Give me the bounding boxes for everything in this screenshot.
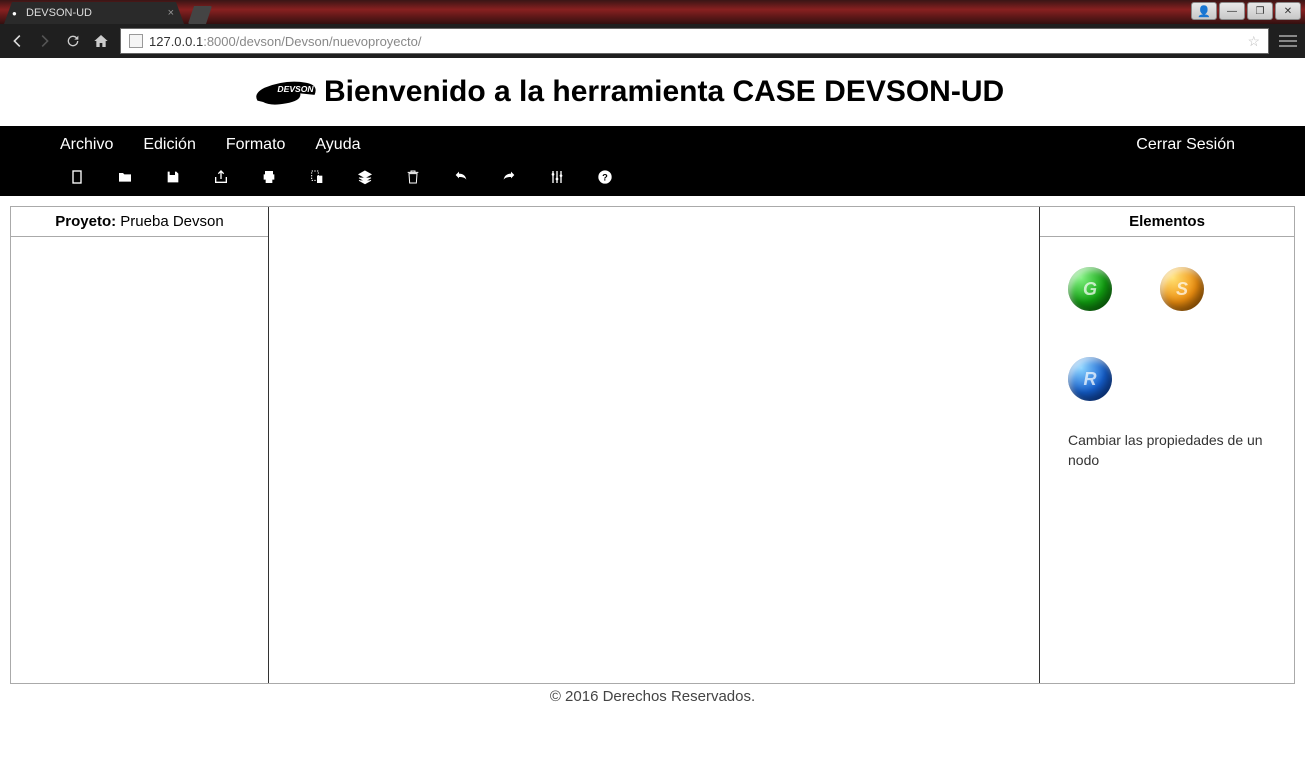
print-icon[interactable] (260, 168, 278, 186)
open-icon[interactable] (116, 168, 134, 186)
maximize-button[interactable]: ❐ (1247, 2, 1273, 20)
sphere-glyph: R (1084, 369, 1097, 390)
back-button[interactable] (8, 32, 26, 50)
elements-grid: G S R (1068, 267, 1266, 401)
reload-button[interactable] (64, 32, 82, 50)
tab-title: DEVSON-UD (26, 7, 92, 19)
logo-icon: DEVSON (250, 72, 322, 112)
undo-icon[interactable] (452, 168, 470, 186)
element-green-sphere[interactable]: G (1068, 267, 1112, 311)
elements-panel: Elementos G S R Cambiar las propiedades … (1040, 207, 1294, 683)
project-header: Proyeto: Prueba Devson (11, 207, 268, 237)
page-header: DEVSON Bienvenido a la herramienta CASE … (0, 58, 1305, 126)
user-icon[interactable]: 👤 (1191, 2, 1217, 20)
elements-caption: Cambiar las propiedades de un nodo (1068, 431, 1266, 470)
new-tab-button[interactable] (188, 6, 212, 24)
script-icon[interactable] (308, 168, 326, 186)
browser-menu-button[interactable] (1279, 35, 1297, 47)
export-icon[interactable] (212, 168, 230, 186)
bookmark-star-icon[interactable]: ☆ (1247, 33, 1260, 50)
address-bar: 127.0.0.1:8000/devson/Devson/nuevoproyec… (0, 24, 1305, 58)
menu-ayuda[interactable]: Ayuda (315, 136, 360, 154)
footer-text: © 2016 Derechos Reservados. (0, 684, 1305, 709)
workspace: Proyeto: Prueba Devson Elementos G S R C… (10, 206, 1295, 684)
svg-text:DEVSON: DEVSON (277, 84, 314, 94)
settings-icon[interactable] (548, 168, 566, 186)
url-host: 127.0.0.1 (149, 34, 203, 49)
project-panel: Proyeto: Prueba Devson (11, 207, 269, 683)
canvas-area[interactable] (269, 207, 1040, 683)
page-icon (129, 34, 143, 48)
url-field[interactable]: 127.0.0.1:8000/devson/Devson/nuevoproyec… (120, 28, 1269, 54)
forward-button[interactable] (36, 32, 54, 50)
delete-icon[interactable] (404, 168, 422, 186)
help-icon[interactable]: ? (596, 168, 614, 186)
home-button[interactable] (92, 32, 110, 50)
element-orange-sphere[interactable]: S (1160, 267, 1204, 311)
project-name: Prueba Devson (120, 213, 223, 230)
save-icon[interactable] (164, 168, 182, 186)
sphere-glyph: S (1176, 279, 1188, 300)
close-window-button[interactable]: ✕ (1275, 2, 1301, 20)
new-icon[interactable] (68, 168, 86, 186)
project-label: Proyeto: (55, 213, 116, 230)
url-port: :8000 (203, 34, 236, 49)
tab-close-icon[interactable]: × (168, 7, 174, 19)
minimize-button[interactable]: — (1219, 2, 1245, 20)
menu-items: Archivo Edición Formato Ayuda (60, 136, 361, 154)
logout-link[interactable]: Cerrar Sesión (1136, 136, 1235, 154)
canvas-panel[interactable] (269, 207, 1040, 683)
menu-archivo[interactable]: Archivo (60, 136, 113, 154)
sphere-glyph: G (1083, 279, 1097, 300)
browser-titlebar: DEVSON-UD × 👤 — ❐ ✕ (0, 0, 1305, 24)
svg-text:?: ? (602, 172, 608, 182)
menubar: Archivo Edición Formato Ayuda Cerrar Ses… (0, 126, 1305, 196)
menu-formato[interactable]: Formato (226, 136, 286, 154)
menu-edicion[interactable]: Edición (143, 136, 195, 154)
tab-strip: DEVSON-UD × (4, 0, 212, 24)
redo-icon[interactable] (500, 168, 518, 186)
layers-icon[interactable] (356, 168, 374, 186)
page-body: DEVSON Bienvenido a la herramienta CASE … (0, 58, 1305, 709)
url-path: /devson/Devson/nuevoproyecto/ (236, 34, 422, 49)
page-title: Bienvenido a la herramienta CASE DEVSON-… (324, 75, 1004, 109)
toolbar: ? (60, 168, 1245, 186)
element-blue-sphere[interactable]: R (1068, 357, 1112, 401)
browser-tab[interactable]: DEVSON-UD × (4, 2, 184, 24)
window-controls: 👤 — ❐ ✕ (1191, 2, 1301, 20)
elements-title: Elementos (1040, 207, 1294, 237)
